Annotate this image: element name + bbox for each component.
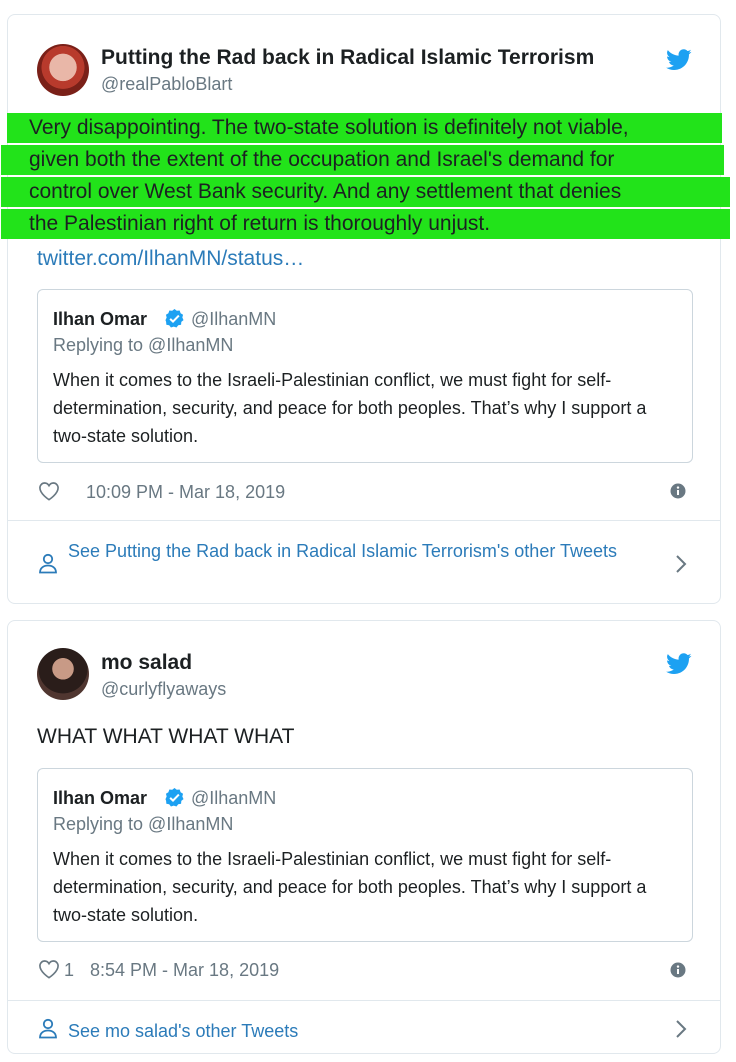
tweet-text-line: given both the extent of the occupation … (1, 145, 724, 175)
author-avatar[interactable] (37, 44, 89, 96)
quoted-tweet[interactable]: Ilhan Omar @IlhanMN Replying to @IlhanMN… (37, 289, 693, 463)
quoted-author-name: Ilhan Omar (53, 309, 148, 329)
quoted-author-handle: @IlhanMN (191, 788, 277, 808)
divider (8, 1000, 720, 1001)
quoted-author-name: Ilhan Omar (53, 788, 148, 808)
twitter-bird-icon[interactable] (666, 653, 692, 675)
replying-to: Replying to @IlhanMN (53, 814, 234, 834)
tweet-meta: 10:09 PM - Mar 18, 2019 (37, 481, 285, 503)
tweet-link[interactable]: twitter.com/IlhanMN/status… (37, 247, 304, 271)
like-count: 1 (64, 960, 75, 980)
author-name[interactable]: Putting the Rad back in Radical Islamic … (101, 46, 594, 70)
person-icon (39, 553, 57, 574)
quoted-tweet-text: When it comes to the Israeli-Palestinian… (53, 849, 647, 925)
see-other-tweets-label[interactable]: See mo salad's other Tweets (68, 1017, 628, 1045)
tweet-meta: 1 8:54 PM - Mar 18, 2019 (37, 959, 279, 981)
see-other-tweets-link[interactable]: See Putting the Rad back in Radical Isla… (37, 535, 720, 593)
embedded-tweet-card: Putting the Rad back in Radical Islamic … (1, 14, 730, 604)
author-name[interactable]: mo salad (101, 651, 192, 675)
chevron-right-icon[interactable] (674, 554, 688, 574)
author-handle[interactable]: @realPabloBlart (101, 74, 232, 95)
verified-badge-icon (165, 309, 184, 328)
timestamp[interactable]: 8:54 PM - Mar 18, 2019 (90, 960, 279, 980)
timestamp[interactable]: 10:09 PM - Mar 18, 2019 (86, 482, 285, 502)
twitter-bird-icon[interactable] (666, 49, 692, 71)
quoted-tweet-text: When it comes to the Israeli-Palestinian… (53, 370, 647, 446)
info-icon[interactable] (670, 483, 686, 499)
see-other-tweets-label[interactable]: See Putting the Rad back in Radical Isla… (68, 537, 628, 565)
heart-icon[interactable] (37, 959, 61, 979)
quoted-tweet[interactable]: Ilhan Omar @IlhanMN Replying to @IlhanMN… (37, 768, 693, 942)
info-icon[interactable] (670, 962, 686, 978)
tweet-text: WHAT WHAT WHAT WHAT (37, 725, 295, 748)
author-handle[interactable]: @curlyflyaways (101, 679, 226, 700)
embedded-tweet-card: mo salad @curlyflyaways WHAT WHAT WHAT W… (7, 620, 721, 1054)
person-icon (39, 1018, 57, 1039)
see-other-tweets-link[interactable]: See mo salad's other Tweets (37, 1015, 720, 1043)
chevron-right-icon[interactable] (674, 1019, 688, 1039)
tweet-text-line: control over West Bank security. And any… (1, 177, 730, 207)
verified-badge-icon (165, 788, 184, 807)
tweet-text-line: the Palestinian right of return is thoro… (1, 209, 730, 239)
replying-to: Replying to @IlhanMN (53, 335, 234, 355)
author-avatar[interactable] (37, 648, 89, 700)
divider (8, 520, 720, 521)
quoted-author-handle: @IlhanMN (191, 309, 277, 329)
tweet-text-line: Very disappointing. The two-state soluti… (7, 113, 722, 143)
heart-icon[interactable] (37, 481, 61, 501)
